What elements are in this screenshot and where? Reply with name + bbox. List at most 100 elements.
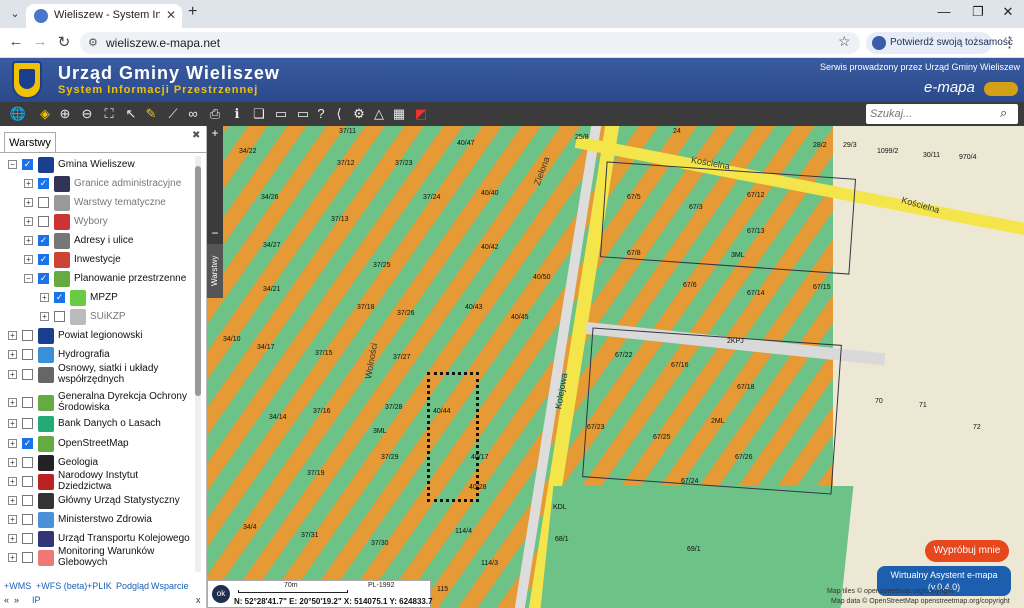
layer-expander[interactable]: +: [8, 419, 17, 428]
add-wfs-link[interactable]: +WFS (beta): [36, 581, 87, 591]
layer-expander[interactable]: −: [24, 274, 33, 283]
close-tab-icon[interactable]: ✕: [166, 8, 176, 22]
layer-checkbox[interactable]: [22, 457, 33, 468]
tab-search-button[interactable]: ⌄: [6, 5, 24, 23]
tab-layers[interactable]: Warstwy: [4, 132, 56, 152]
layer-checkbox[interactable]: [22, 533, 33, 544]
browser-menu-icon[interactable]: ⋮: [1002, 33, 1017, 51]
add-wms-link[interactable]: +WMS: [4, 581, 31, 591]
back-arrow-icon[interactable]: ←: [6, 33, 26, 50]
layer-expander[interactable]: +: [24, 217, 33, 226]
layer-expander[interactable]: +: [8, 534, 17, 543]
layer-expander[interactable]: +: [8, 370, 17, 379]
bus-icon[interactable]: ▭: [272, 105, 290, 123]
preview-link[interactable]: Podgląd: [116, 581, 149, 591]
url-field[interactable]: ⚙ wieliszew.e-mapa.net: [80, 32, 860, 54]
layer-item[interactable]: − ✓ Planowanie przestrzenne: [0, 270, 196, 288]
pencil-icon[interactable]: ✎: [142, 105, 160, 123]
plot-3ml-north[interactable]: [599, 161, 857, 275]
layer-expander[interactable]: +: [24, 179, 33, 188]
pointer-icon[interactable]: ↖: [122, 105, 140, 123]
layer-checkbox[interactable]: [22, 514, 33, 525]
layer-checkbox[interactable]: [22, 330, 33, 341]
site-info-icon[interactable]: ⚙: [88, 36, 98, 49]
layer-checkbox[interactable]: ✓: [22, 438, 33, 449]
layer-item[interactable]: + ✓ MPZP: [0, 289, 196, 307]
layer-expander[interactable]: +: [8, 496, 17, 505]
layer-item[interactable]: + Główny Urząd Statystyczny: [0, 492, 196, 510]
measure-icon[interactable]: ⟋: [164, 105, 182, 123]
add-file-link[interactable]: +PLIK: [87, 581, 112, 591]
layer-expander[interactable]: +: [8, 331, 17, 340]
layer-tree-scrollbar[interactable]: [195, 156, 201, 572]
layer-item[interactable]: + Bank Danych o Lasach: [0, 415, 196, 433]
close-window-icon[interactable]: ✕: [994, 4, 1022, 20]
zoom-in-button[interactable]: +: [207, 126, 223, 140]
new-tab-button[interactable]: +: [188, 3, 197, 21]
search-input[interactable]: [870, 106, 992, 122]
layer-checkbox[interactable]: [22, 476, 33, 487]
search-icon[interactable]: ⌕: [1000, 105, 1007, 121]
try-me-button[interactable]: Wypróbuj mnie: [925, 540, 1009, 562]
collapse-left-icon[interactable]: «: [4, 595, 9, 605]
layer-item[interactable]: + ✓ OpenStreetMap: [0, 435, 196, 453]
full-extent-icon[interactable]: 🌐: [6, 105, 30, 123]
layer-expander[interactable]: +: [24, 236, 33, 245]
share-icon[interactable]: ⟨: [330, 105, 348, 123]
bookmark-star-icon[interactable]: ☆: [838, 33, 851, 50]
layer-item[interactable]: + Generalna Dyrekcja Ochrony Środowiska: [0, 391, 196, 413]
layer-item[interactable]: + Osnowy, siatki i układy współrzędnych: [0, 363, 196, 385]
layer-item[interactable]: + ✓ Adresy i ulice: [0, 232, 196, 250]
verify-identity-button[interactable]: Potwierdź swoją tożsamość: [866, 32, 1013, 54]
layer-item[interactable]: + Narodowy Instytut Dziedzictwa: [0, 470, 196, 492]
help-icon[interactable]: ?: [312, 105, 330, 123]
layer-expander[interactable]: −: [8, 160, 17, 169]
layer-item[interactable]: + Ministerstwo Zdrowia: [0, 511, 196, 529]
layer-item[interactable]: + Warstwy tematyczne: [0, 194, 196, 212]
zoom-extent-icon[interactable]: ⛶: [100, 105, 118, 123]
layer-expander[interactable]: +: [24, 198, 33, 207]
layer-checkbox[interactable]: ✓: [38, 235, 49, 246]
layer-expander[interactable]: +: [8, 477, 17, 486]
compass-icon[interactable]: △: [370, 105, 388, 123]
zoom-out-icon[interactable]: ⊖: [78, 105, 96, 123]
layer-expander[interactable]: +: [8, 439, 17, 448]
layer-item[interactable]: + Hydrografia: [0, 346, 196, 364]
grid-color-icon[interactable]: ▦: [390, 105, 408, 123]
layer-checkbox[interactable]: [22, 349, 33, 360]
restore-icon[interactable]: ❐: [964, 4, 992, 20]
minimize-icon[interactable]: —: [930, 4, 958, 19]
layer-item[interactable]: − ✓ Gmina Wieliszew: [0, 156, 196, 174]
browser-tab[interactable]: Wieliszew - System Informacji P ✕: [26, 4, 182, 28]
layer-checkbox[interactable]: [22, 418, 33, 429]
layer-item[interactable]: + Wybory: [0, 213, 196, 231]
layer-checkbox[interactable]: ✓: [38, 254, 49, 265]
layer-checkbox[interactable]: ✓: [22, 159, 33, 170]
layer-item[interactable]: + ✓ Granice administracyjne: [0, 175, 196, 193]
layer-expander[interactable]: +: [8, 398, 17, 407]
plot-highlight-dotted[interactable]: [427, 372, 479, 502]
support-link[interactable]: Wsparcie: [151, 581, 189, 591]
layer-checkbox[interactable]: [22, 369, 33, 380]
ok-button[interactable]: ok: [212, 585, 230, 603]
layer-item[interactable]: + SUiKZP: [0, 308, 196, 326]
layer-checkbox[interactable]: [22, 397, 33, 408]
layer-expander[interactable]: +: [8, 458, 17, 467]
map-canvas[interactable]: 37/11 34/22 37/12 37/23 40/47 25/8 24 28/2 29/3 1…: [207, 126, 1024, 608]
layer-checkbox[interactable]: ✓: [38, 178, 49, 189]
layer-checkbox[interactable]: [38, 197, 49, 208]
layer-expander[interactable]: +: [8, 553, 17, 562]
layer-checkbox[interactable]: [22, 495, 33, 506]
forward-arrow-icon[interactable]: →: [30, 33, 50, 50]
ip-link[interactable]: IP: [32, 595, 41, 605]
collapse-panel-icon[interactable]: ✖: [192, 130, 200, 141]
copy-icon[interactable]: ❏: [250, 105, 268, 123]
crs-selector[interactable]: PL-1992: [368, 582, 394, 589]
layer-expander[interactable]: +: [8, 350, 17, 359]
layers-rail-tab[interactable]: Warstwy: [207, 244, 223, 298]
layer-checkbox[interactable]: ✓: [54, 292, 65, 303]
layer-checkbox[interactable]: [54, 311, 65, 322]
zoom-out-button[interactable]: −: [207, 226, 223, 240]
eraser-icon[interactable]: ◩: [412, 105, 430, 123]
expand-right-icon[interactable]: »: [14, 595, 19, 605]
